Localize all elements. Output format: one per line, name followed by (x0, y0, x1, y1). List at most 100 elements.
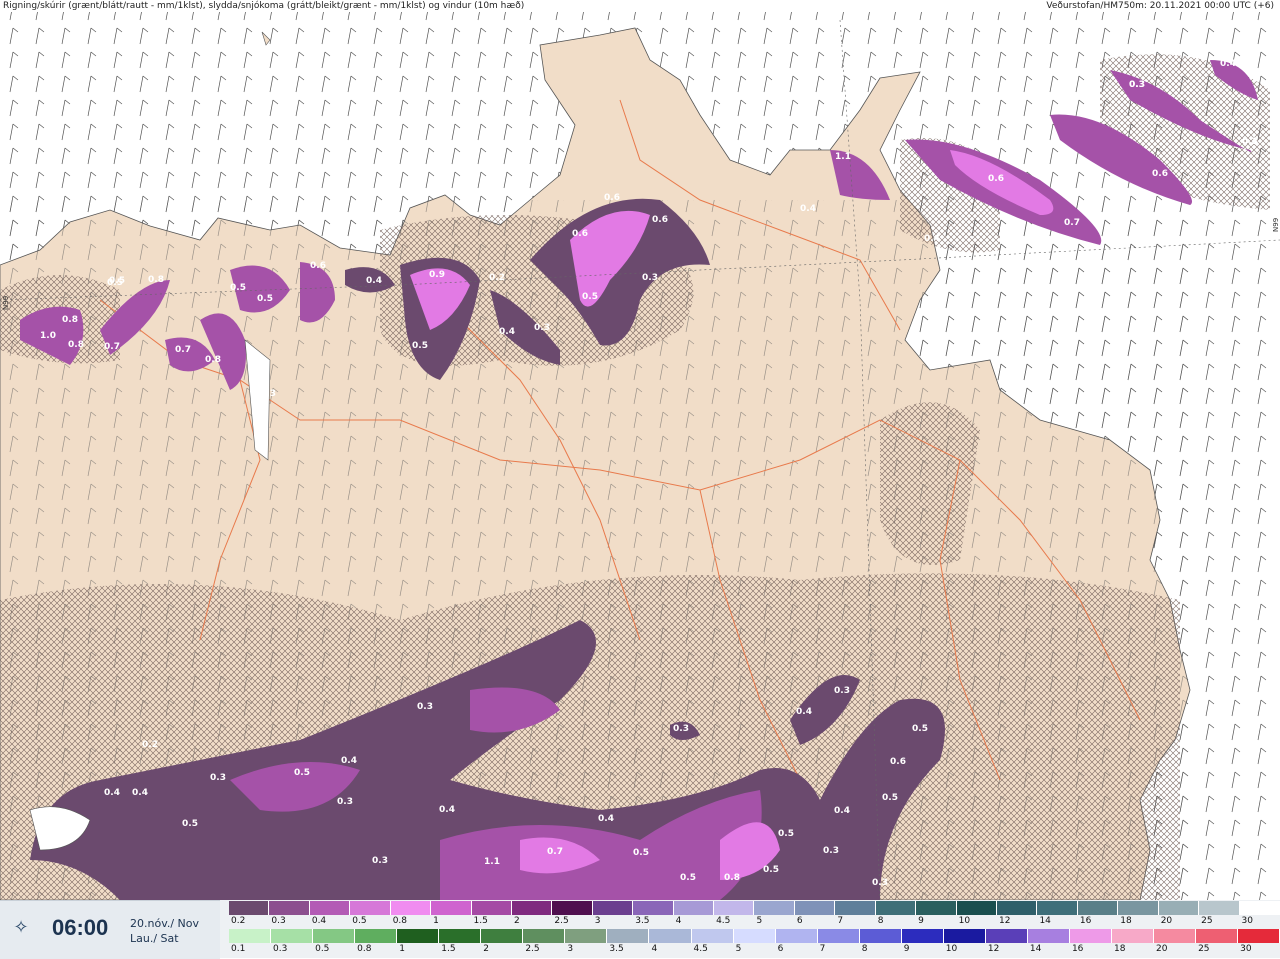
precip-value-label: 0.4 (1220, 59, 1236, 69)
precip-value-label: 0.5 (182, 819, 198, 829)
legend-label: 30 (1241, 916, 1253, 926)
legend-swatch (775, 929, 818, 943)
legend-swatch (1069, 929, 1112, 943)
legend-label: 18 (1120, 916, 1132, 926)
legend-label: 3 (594, 916, 601, 926)
legend-swatch (439, 929, 482, 943)
legend-swatch (309, 901, 351, 915)
precip-value-label: 0.4 (132, 788, 148, 798)
legend-label: 6 (777, 944, 784, 954)
legend-label: 1.5 (473, 916, 488, 926)
legend-label: 0.5 (352, 916, 367, 926)
legend-swatch (754, 901, 795, 915)
legend-label: 30 (1240, 944, 1252, 954)
legend-label: 0.8 (392, 916, 408, 926)
forecast-date: 20.nóv./ Nov (130, 917, 200, 930)
legend-label: 16 (1071, 944, 1084, 954)
precip-value-label: 0.6 (890, 757, 906, 767)
legend-swatch (1239, 901, 1280, 915)
precip-value-label: 0.9 (429, 270, 445, 280)
legend-swatch (649, 929, 692, 943)
legend-label: 4 (675, 916, 682, 926)
precip-value-label: 0.7 (104, 342, 120, 352)
precip-value-label: 0.5 (778, 829, 794, 839)
header-bar: Rigning/skúrir (grænt/blátt/rautt - mm/1… (0, 0, 1280, 12)
compass-star-icon: ✧ (13, 917, 29, 938)
grid-label-right: N99 (1272, 218, 1280, 232)
legend-swatch (916, 901, 957, 915)
legend-label: 2 (483, 944, 490, 954)
legend-label: 10 (945, 944, 958, 954)
precip-value-label: 0.4 (598, 814, 614, 824)
precip-value-label: 0.4 (439, 805, 455, 815)
legend-swatch (1154, 929, 1197, 943)
precip-value-label: 0.2 (142, 740, 158, 750)
precip-value-label: 0.4 (924, 234, 940, 244)
legend-swatch (1118, 901, 1159, 915)
legend-label: 2.5 (525, 944, 540, 954)
legend-swatch (901, 929, 944, 943)
legend-label: 8 (877, 916, 884, 926)
precip-value-label: 0.6 (652, 215, 668, 225)
legend-swatch (552, 901, 593, 915)
precip-value-label: 0.3 (260, 389, 276, 399)
precip-value-label: 0.3 (834, 686, 850, 696)
legend-swatch (859, 929, 902, 943)
precip-value-label: 0.4 (796, 707, 812, 717)
legend-swatch (271, 929, 314, 943)
legend-label: 2 (513, 916, 520, 926)
legend-swatch (1077, 901, 1119, 915)
precip-value-label: 0.5 (763, 865, 779, 875)
legend-label: 3.5 (609, 944, 624, 954)
time-panel: ✧ 06:00 20.nóv./ Nov Lau./ Sat (0, 900, 220, 959)
legend-swatch (565, 929, 608, 943)
legend-label: 8 (861, 944, 868, 954)
legend-swatch (733, 929, 776, 943)
precip-value-label: 0.6 (310, 261, 326, 271)
precip-value-label: 0.8 (148, 275, 164, 285)
legend-swatch (350, 901, 391, 915)
legend-label: 0.4 (311, 916, 327, 926)
legend-swatch (1238, 929, 1280, 943)
precip-value-label: 0.3 (642, 273, 658, 283)
legend-swatch (607, 929, 650, 943)
precip-value-label: 1.1 (484, 857, 500, 867)
legend-swatch (835, 901, 876, 915)
legend-swatch (997, 901, 1038, 915)
legend-swatch (523, 929, 566, 943)
precip-value-label: 0.6 (572, 229, 588, 239)
legend-label: 0.3 (273, 944, 288, 954)
precip-value-label: 0.4 (366, 276, 382, 286)
precip-value-label: 0.3 (823, 846, 839, 856)
legend-snow-colorbar (229, 901, 1280, 915)
legend-swatch (313, 929, 356, 943)
legend-swatch (511, 901, 553, 915)
legend-swatch (229, 929, 272, 943)
precip-value-label: 0.2 (489, 273, 505, 283)
precip-value-label: 0.4 (834, 806, 850, 816)
legend-rain-labels: 0.1 0.3 0.5 0.8 1 1.5 2 2.5 3 3.5 4 4.5 5 6 7 8 9 10 12 14 1… (229, 943, 1280, 955)
precip-value-label: 0.4 (46, 822, 62, 832)
legend-label: 14 (1029, 944, 1042, 954)
legend-swatch (229, 901, 270, 915)
precip-value-label: 0.3 (534, 323, 550, 333)
precip-value-label: 0.5 (582, 292, 598, 302)
precip-value-label: 0.5 (633, 848, 649, 858)
weather-map[interactable]: N99 N99 0.6 0.6 0.6 0.5 0.3 0.4 0.3 0.9 0.2 0.4 0.… (0, 12, 1280, 900)
legend-swatch (1027, 929, 1070, 943)
precip-value-label: 0.4 (104, 788, 120, 798)
legend-swatch (1199, 901, 1240, 915)
legend-swatch (794, 901, 836, 915)
legend-swatch (397, 929, 440, 943)
precip-value-label: 0.8 (68, 340, 84, 350)
legend-swatch (592, 901, 634, 915)
legend-label: 5 (735, 944, 742, 954)
legend-label: 3.5 (635, 916, 650, 926)
precip-value-label: 0.8 (205, 355, 221, 365)
model-run-info: Veðurstofan/HM750m: 20.11.2021 00:00 UTC… (1046, 1, 1274, 11)
legend-label: 20 (1160, 916, 1173, 926)
legend-label: 12 (999, 916, 1011, 926)
precip-value-label: 0.7 (175, 345, 191, 355)
precip-value-label: 1.0 (40, 331, 56, 341)
legend-label: 4.5 (716, 916, 731, 926)
